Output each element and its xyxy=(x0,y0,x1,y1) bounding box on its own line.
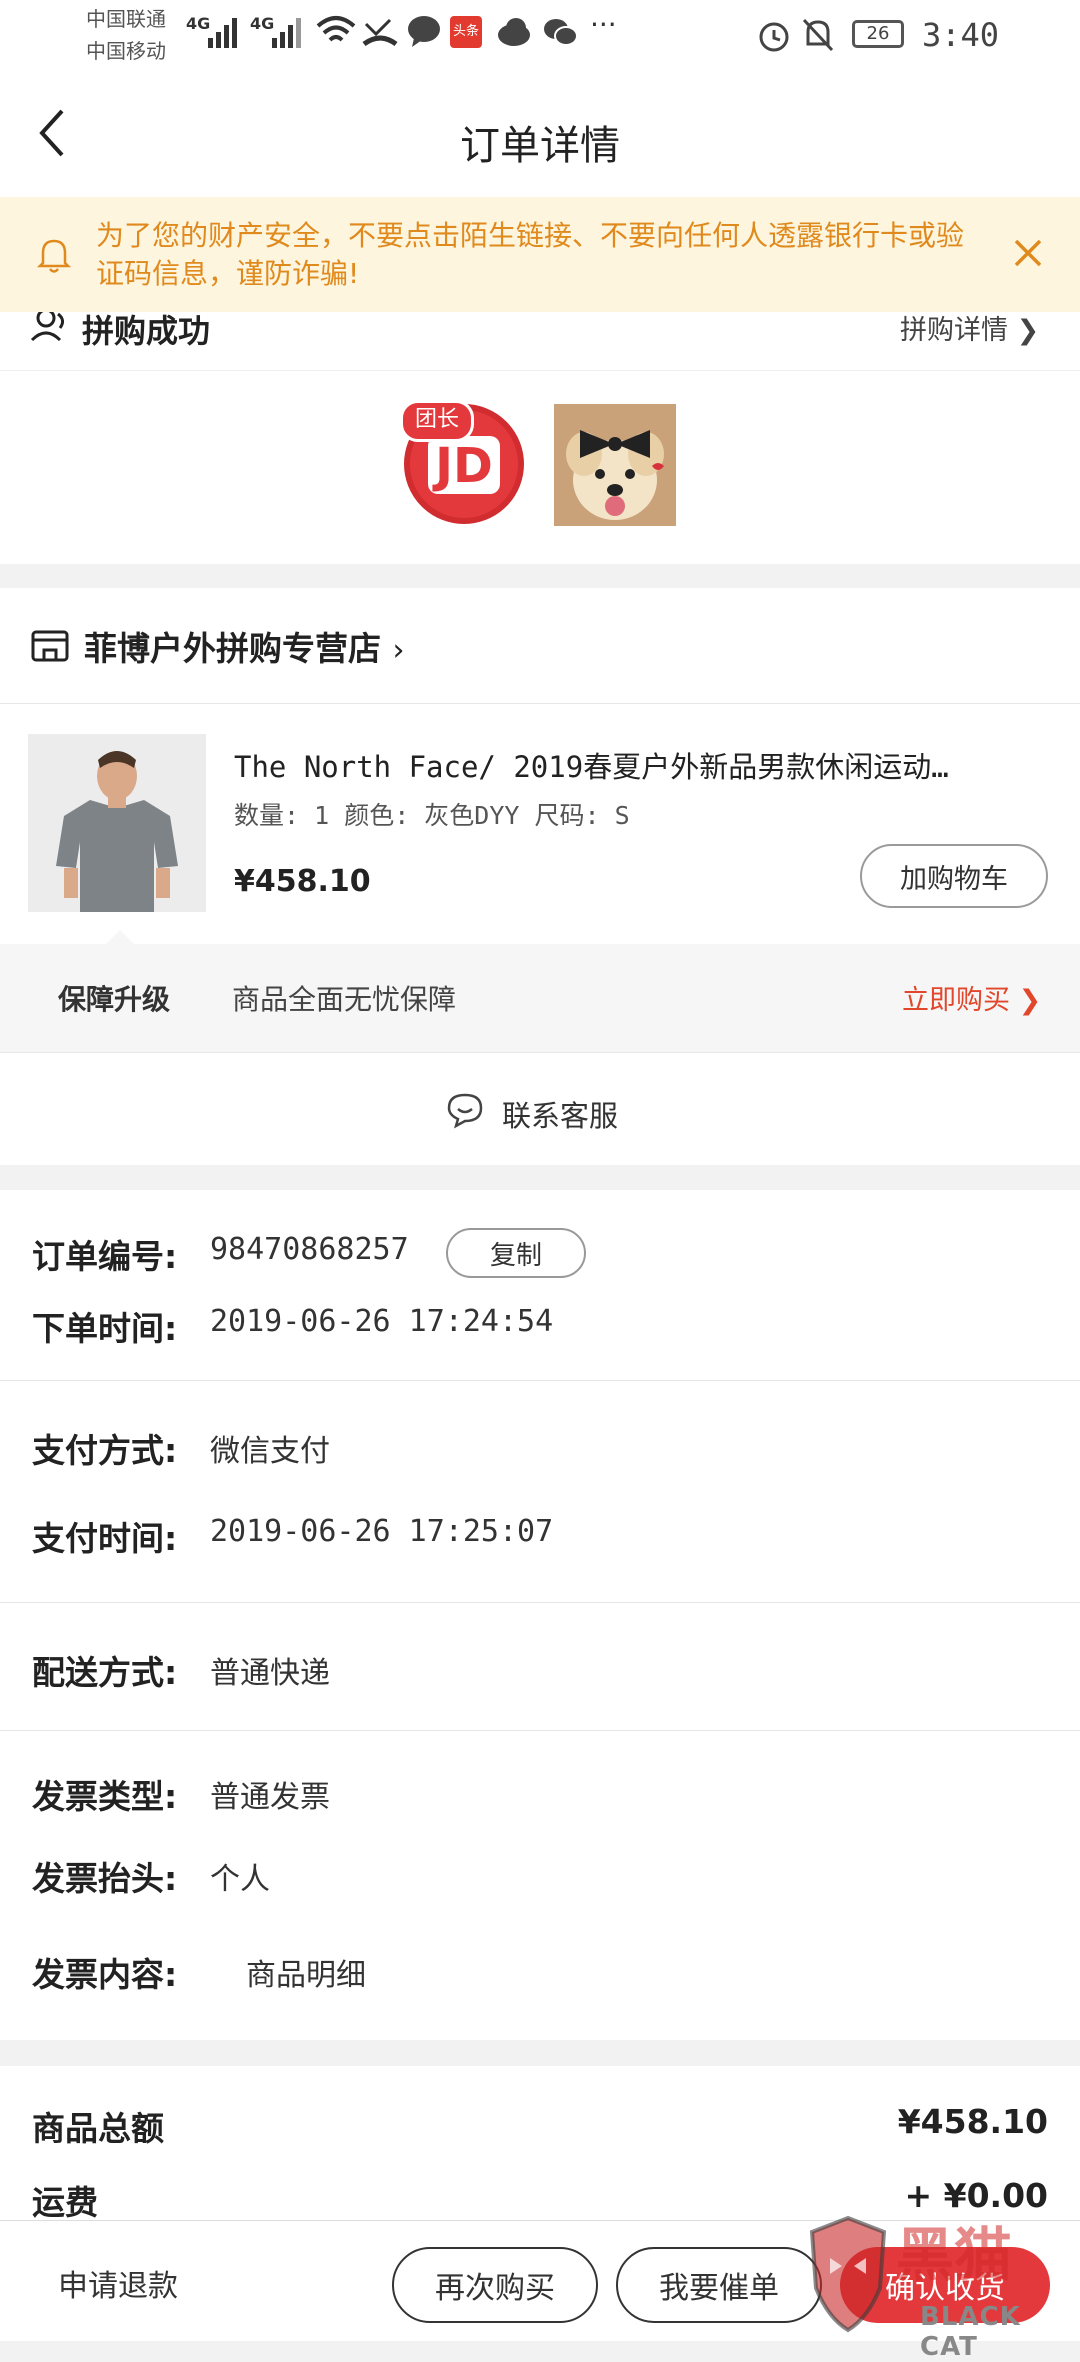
chevron-right-icon: ❯ xyxy=(1018,985,1042,1016)
store-name-label: 菲博户外拼购专营店 xyxy=(84,629,381,668)
more-notifications: ··· xyxy=(590,8,617,41)
order-number-label: 订单编号: xyxy=(32,1237,178,1276)
order-info-section: 订单编号: 98470868257 复制 下单时间: 2019-06-26 17… xyxy=(0,1190,1080,2040)
invoice-title-label: 发票抬头: xyxy=(32,1859,178,1898)
product-price: ¥458.10 xyxy=(234,864,371,899)
goods-total: ¥458.10 xyxy=(897,2102,1048,2141)
bell-icon xyxy=(36,239,72,273)
toutiao-icon: 头条 xyxy=(450,16,482,48)
member-avatar[interactable] xyxy=(554,404,676,526)
contact-service-row[interactable]: 联系客服 xyxy=(0,1052,1080,1165)
product-meta: 数量: 1 颜色: 灰色DYY 尺码: S xyxy=(234,801,630,830)
battery-icon: 26 xyxy=(852,20,904,48)
carrier-1: 中国联通 xyxy=(86,7,166,31)
wechat-icon xyxy=(544,19,578,46)
carrier-2: 中国移动 xyxy=(86,39,166,63)
divider xyxy=(0,1730,1080,1731)
chevron-right-icon: › xyxy=(392,633,405,668)
leader-badge: 团长 xyxy=(400,400,474,442)
goods-total-label: 商品总额 xyxy=(32,2109,164,2148)
invoice-type-label: 发票类型: xyxy=(32,1777,178,1816)
close-icon[interactable] xyxy=(1010,235,1046,271)
divider xyxy=(0,1602,1080,1603)
shipping-label: 运费 xyxy=(32,2183,98,2222)
header: 订单详情 xyxy=(0,75,1080,197)
delivery-method: 普通快递 xyxy=(210,1656,330,1691)
divider xyxy=(0,370,1080,371)
guarantee-text: 商品全面无忧保障 xyxy=(232,983,457,1016)
bottom-action-bar: 申请退款 再次购买 我要催单 确认收货 xyxy=(0,2220,1080,2341)
order-number: 98470868257 xyxy=(210,1232,409,1267)
group-buy-section: 拼购成功 拼购详情 ❯ JD 团长 xyxy=(0,312,1080,564)
product-name[interactable]: The North Face/ 2019春夏户外新品男款休闲运动… xyxy=(234,744,949,786)
invoice-content-label: 发票内容: xyxy=(32,1955,178,1994)
urge-order-button[interactable]: 我要催单 xyxy=(616,2247,822,2323)
chevron-right-icon: ❯ xyxy=(1016,315,1040,346)
invoice-title: 个人 xyxy=(210,1862,270,1897)
confirm-receipt-button[interactable]: 确认收货 xyxy=(840,2247,1050,2323)
pointer-caret xyxy=(106,930,134,944)
totals-section: 商品总额 ¥458.10 运费 + ¥0.00 xyxy=(0,2066,1080,2246)
mute-icon xyxy=(802,18,834,52)
payment-time-label: 支付时间: xyxy=(32,1519,178,1558)
store-name: 菲博户外拼购专营店 › xyxy=(84,622,405,670)
rebuy-button[interactable]: 再次购买 xyxy=(392,2247,598,2323)
clock: 3:40 xyxy=(922,16,1000,54)
invoice-type: 普通发票 xyxy=(210,1780,330,1815)
add-to-cart-button[interactable]: 加购物车 xyxy=(860,844,1048,908)
product-card[interactable]: The North Face/ 2019春夏户外新品男款休闲运动… 数量: 1 … xyxy=(0,704,1080,944)
shipping-fee: + ¥0.00 xyxy=(904,2176,1048,2215)
status-bar: 中国联通 中国移动 4G 4G 头条 ··· 26 3:40 xyxy=(0,0,1080,75)
message-icon xyxy=(408,16,440,47)
contact-service-label: 联系客服 xyxy=(502,1099,619,1133)
missed-call-icon xyxy=(362,18,398,47)
store-row[interactable]: 菲博户外拼购专营店 › xyxy=(0,588,1080,704)
divider xyxy=(0,1380,1080,1381)
security-notice: 为了您的财产安全，不要点击陌生链接、不要向任何人透露银行卡或验证码信息，谨防诈骗… xyxy=(0,197,1080,312)
group-details-link[interactable]: 拼购详情 ❯ xyxy=(900,308,1039,347)
notice-text: 为了您的财产安全，不要点击陌生链接、不要向任何人透露银行卡或验证码信息，谨防诈骗… xyxy=(96,219,965,290)
payment-time: 2019-06-26 17:25:07 xyxy=(210,1514,554,1549)
store-icon xyxy=(31,630,69,662)
copy-button[interactable]: 复制 xyxy=(446,1228,586,1278)
payment-method: 微信支付 xyxy=(210,1434,330,1469)
signal-icon xyxy=(208,18,237,48)
wifi-icon xyxy=(316,16,356,42)
delivery-label: 配送方式: xyxy=(32,1653,178,1692)
signal-icon-2 xyxy=(272,18,301,48)
group-users-icon xyxy=(30,312,65,342)
alarm-icon xyxy=(759,22,789,52)
group-buy-title: 拼购成功 xyxy=(82,312,211,350)
order-time: 2019-06-26 17:24:54 xyxy=(210,1304,554,1339)
buy-now-label: 立即购买 xyxy=(902,985,1010,1016)
group-details-label: 拼购详情 xyxy=(900,315,1008,346)
tshirt-model-image xyxy=(28,734,206,912)
guarantee-label: 保障升级 xyxy=(58,983,171,1016)
jd-logo-text: JD xyxy=(435,438,493,494)
chat-smile-icon xyxy=(447,1093,483,1129)
buy-now-link[interactable]: 立即购买 ❯ xyxy=(902,978,1041,1017)
refund-button[interactable]: 申请退款 xyxy=(58,2261,178,2305)
payment-method-label: 支付方式: xyxy=(32,1431,178,1470)
product-image[interactable] xyxy=(28,734,206,912)
cloud-icon xyxy=(498,18,530,46)
dog-avatar-image xyxy=(554,404,676,526)
page-title: 订单详情 xyxy=(460,123,620,169)
order-time-label: 下单时间: xyxy=(32,1309,178,1348)
guarantee-row[interactable]: 保障升级 商品全面无忧保障 立即购买 ❯ xyxy=(0,944,1080,1052)
invoice-content: 商品明细 xyxy=(246,1958,366,1993)
